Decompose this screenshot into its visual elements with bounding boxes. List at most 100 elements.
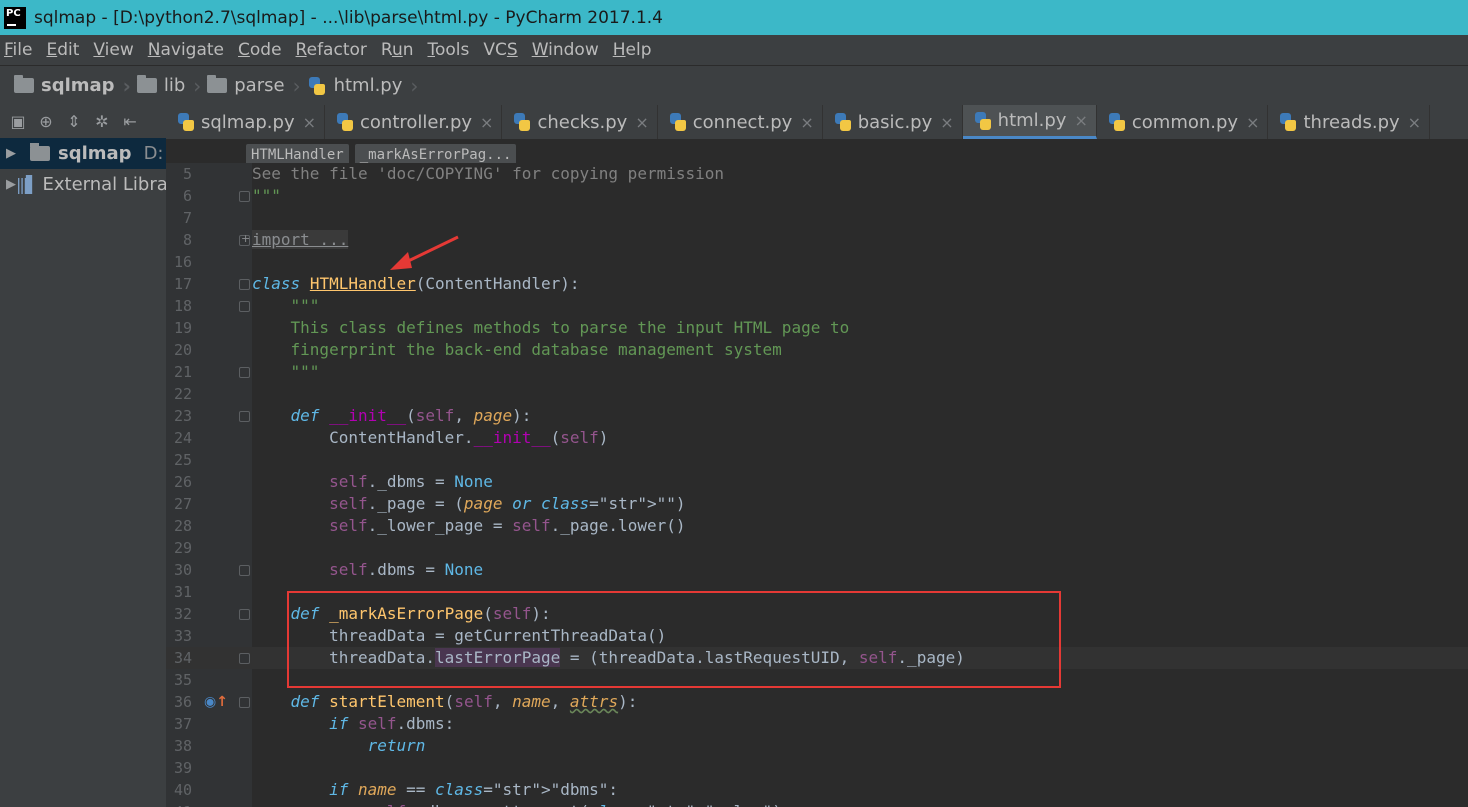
breadcrumb-project[interactable]: sqlmap › xyxy=(14,74,131,98)
fold-marker-icon[interactable] xyxy=(239,697,250,708)
line-number: 18 xyxy=(173,297,192,315)
code-line: 21 """ xyxy=(166,361,1468,383)
menu-item[interactable]: Code xyxy=(238,40,282,60)
scroll-from-source-icon[interactable]: ⊕ xyxy=(36,112,56,131)
line-number: 22 xyxy=(173,385,192,403)
line-number: 29 xyxy=(173,539,192,557)
code-line: 5 See the file 'doc/COPYING' for copying … xyxy=(166,163,1468,185)
close-icon[interactable]: × xyxy=(635,113,648,132)
code-line: 6 """ xyxy=(166,185,1468,207)
hide-panel-icon[interactable]: ⇤ xyxy=(120,112,140,131)
line-number: 21 xyxy=(173,363,192,381)
editor-tab[interactable]: threads.py × xyxy=(1268,105,1431,139)
highlight-rectangle xyxy=(287,591,1061,688)
tree-item-project[interactable]: ▶ sqlmap D: xyxy=(0,138,166,169)
gear-icon[interactable]: ✲ xyxy=(92,112,112,131)
breadcrumb-parse[interactable]: parse › xyxy=(207,74,301,98)
line-number: 7 xyxy=(182,209,192,227)
menu-item[interactable]: VCS xyxy=(483,40,517,60)
editor-tab[interactable]: connect.py × xyxy=(658,105,823,139)
menu-bar: File Edit View Navigate Code Refactor Run Tools… xyxy=(0,35,1468,65)
menu-mnemonic: V xyxy=(93,40,105,60)
line-number: 26 xyxy=(173,473,192,491)
code-line: 36 ◉↑ def startElement(self, name, attrs)… xyxy=(166,691,1468,713)
chevron-right-icon: › xyxy=(193,73,202,98)
override-method-icon[interactable]: ◉↑ xyxy=(204,694,228,710)
editor-tab[interactable]: common.py × xyxy=(1097,105,1269,139)
close-icon[interactable]: × xyxy=(1074,111,1087,130)
collapse-all-icon[interactable]: ⇕ xyxy=(64,112,84,131)
editor-tab[interactable]: controller.py × xyxy=(325,105,503,139)
close-icon[interactable]: × xyxy=(940,113,953,132)
line-number: 8 xyxy=(182,231,192,249)
menu-mnemonic: H xyxy=(612,40,626,60)
editor-tab[interactable]: basic.py × xyxy=(823,105,963,139)
menu-item[interactable]: Help xyxy=(613,40,652,60)
tab-label: html.py xyxy=(997,110,1067,131)
fold-marker-icon[interactable] xyxy=(239,367,250,378)
line-number: 33 xyxy=(173,627,192,645)
editor-tab[interactable]: checks.py × xyxy=(502,105,658,139)
code-line: 7 xyxy=(166,207,1468,229)
code-text: """ xyxy=(252,296,320,315)
menu-mnemonic: W xyxy=(531,40,549,60)
close-icon[interactable]: × xyxy=(1408,113,1421,132)
line-number: 23 xyxy=(173,407,192,425)
editor-tabs: sqlmap.py × controller.py × checks.py × connec… xyxy=(166,105,1468,140)
fold-marker-icon[interactable] xyxy=(239,565,250,576)
menu-item[interactable]: View xyxy=(93,40,133,60)
menu-item[interactable]: Refactor xyxy=(296,40,367,60)
editor-tab[interactable]: html.py × xyxy=(962,105,1097,139)
fold-marker-icon[interactable] xyxy=(239,411,250,422)
line-number: 5 xyxy=(182,165,192,183)
title-bar: PC sqlmap - [D:\python2.7\sqlmap] - ...\… xyxy=(0,0,1468,35)
fold-marker-icon[interactable] xyxy=(239,232,250,246)
breadcrumb-file[interactable]: html.py › xyxy=(307,73,419,98)
code-line: 41 self._dbms = attrs.get(class="str">"v… xyxy=(166,801,1468,807)
menu-label-part: iew xyxy=(104,40,134,60)
code-line: 37 if self.dbms: xyxy=(166,713,1468,735)
menu-mnemonic: u xyxy=(391,40,403,60)
library-icon: |||▌ xyxy=(16,175,39,194)
code-line: 17 class HTMLHandler(ContentHandler): xyxy=(166,273,1468,295)
python-file-icon xyxy=(668,112,688,132)
breadcrumb-lib[interactable]: lib › xyxy=(136,73,202,98)
line-number: 24 xyxy=(173,429,192,447)
fold-marker-icon[interactable] xyxy=(239,609,250,620)
tree-item-external-libraries[interactable]: ▶ |||▌ External Libraries xyxy=(0,169,166,200)
close-icon[interactable]: × xyxy=(303,113,316,132)
menu-item[interactable]: Navigate xyxy=(148,40,224,60)
python-file-icon xyxy=(176,112,196,132)
menu-mnemonic: C xyxy=(238,40,250,60)
fold-marker-icon[interactable] xyxy=(239,653,250,664)
code-line: 23 def __init__(self, page): xyxy=(166,405,1468,427)
expand-arrow-icon[interactable]: ▶ xyxy=(6,146,30,161)
line-number: 36 xyxy=(173,693,192,711)
chevron-right-icon: › xyxy=(410,73,419,98)
menu-label-part: VC xyxy=(483,40,507,60)
menu-label-part: dit xyxy=(57,40,80,60)
menu-label-part: ools xyxy=(435,40,470,60)
project-view-icon[interactable]: ▣ xyxy=(8,112,28,131)
fold-marker-icon[interactable] xyxy=(239,279,250,290)
code-line: 18 """ xyxy=(166,295,1468,317)
navigation-bar: sqlmap › lib › parse › html.py › xyxy=(0,65,1468,105)
menu-item[interactable]: Run xyxy=(381,40,414,60)
editor-tab[interactable]: sqlmap.py × xyxy=(166,105,326,139)
menu-item[interactable]: Tools xyxy=(428,40,470,60)
menu-item[interactable]: Window xyxy=(532,40,599,60)
expand-arrow-icon[interactable]: ▶ xyxy=(6,177,16,192)
line-number: 19 xyxy=(173,319,192,337)
code-text: self._page = (page or class="str">"") xyxy=(329,494,686,513)
menu-item[interactable]: File xyxy=(4,40,32,60)
menu-item[interactable]: Edit xyxy=(46,40,79,60)
line-number: 16 xyxy=(173,253,192,271)
close-icon[interactable]: × xyxy=(800,113,813,132)
python-file-icon xyxy=(512,112,532,132)
fold-marker-icon[interactable] xyxy=(239,191,250,202)
close-icon[interactable]: × xyxy=(1246,113,1259,132)
close-icon[interactable]: × xyxy=(480,113,493,132)
python-file-icon xyxy=(973,111,993,131)
fold-marker-icon[interactable] xyxy=(239,301,250,312)
window-title: sqlmap - [D:\python2.7\sqlmap] - ...\lib… xyxy=(34,7,663,28)
